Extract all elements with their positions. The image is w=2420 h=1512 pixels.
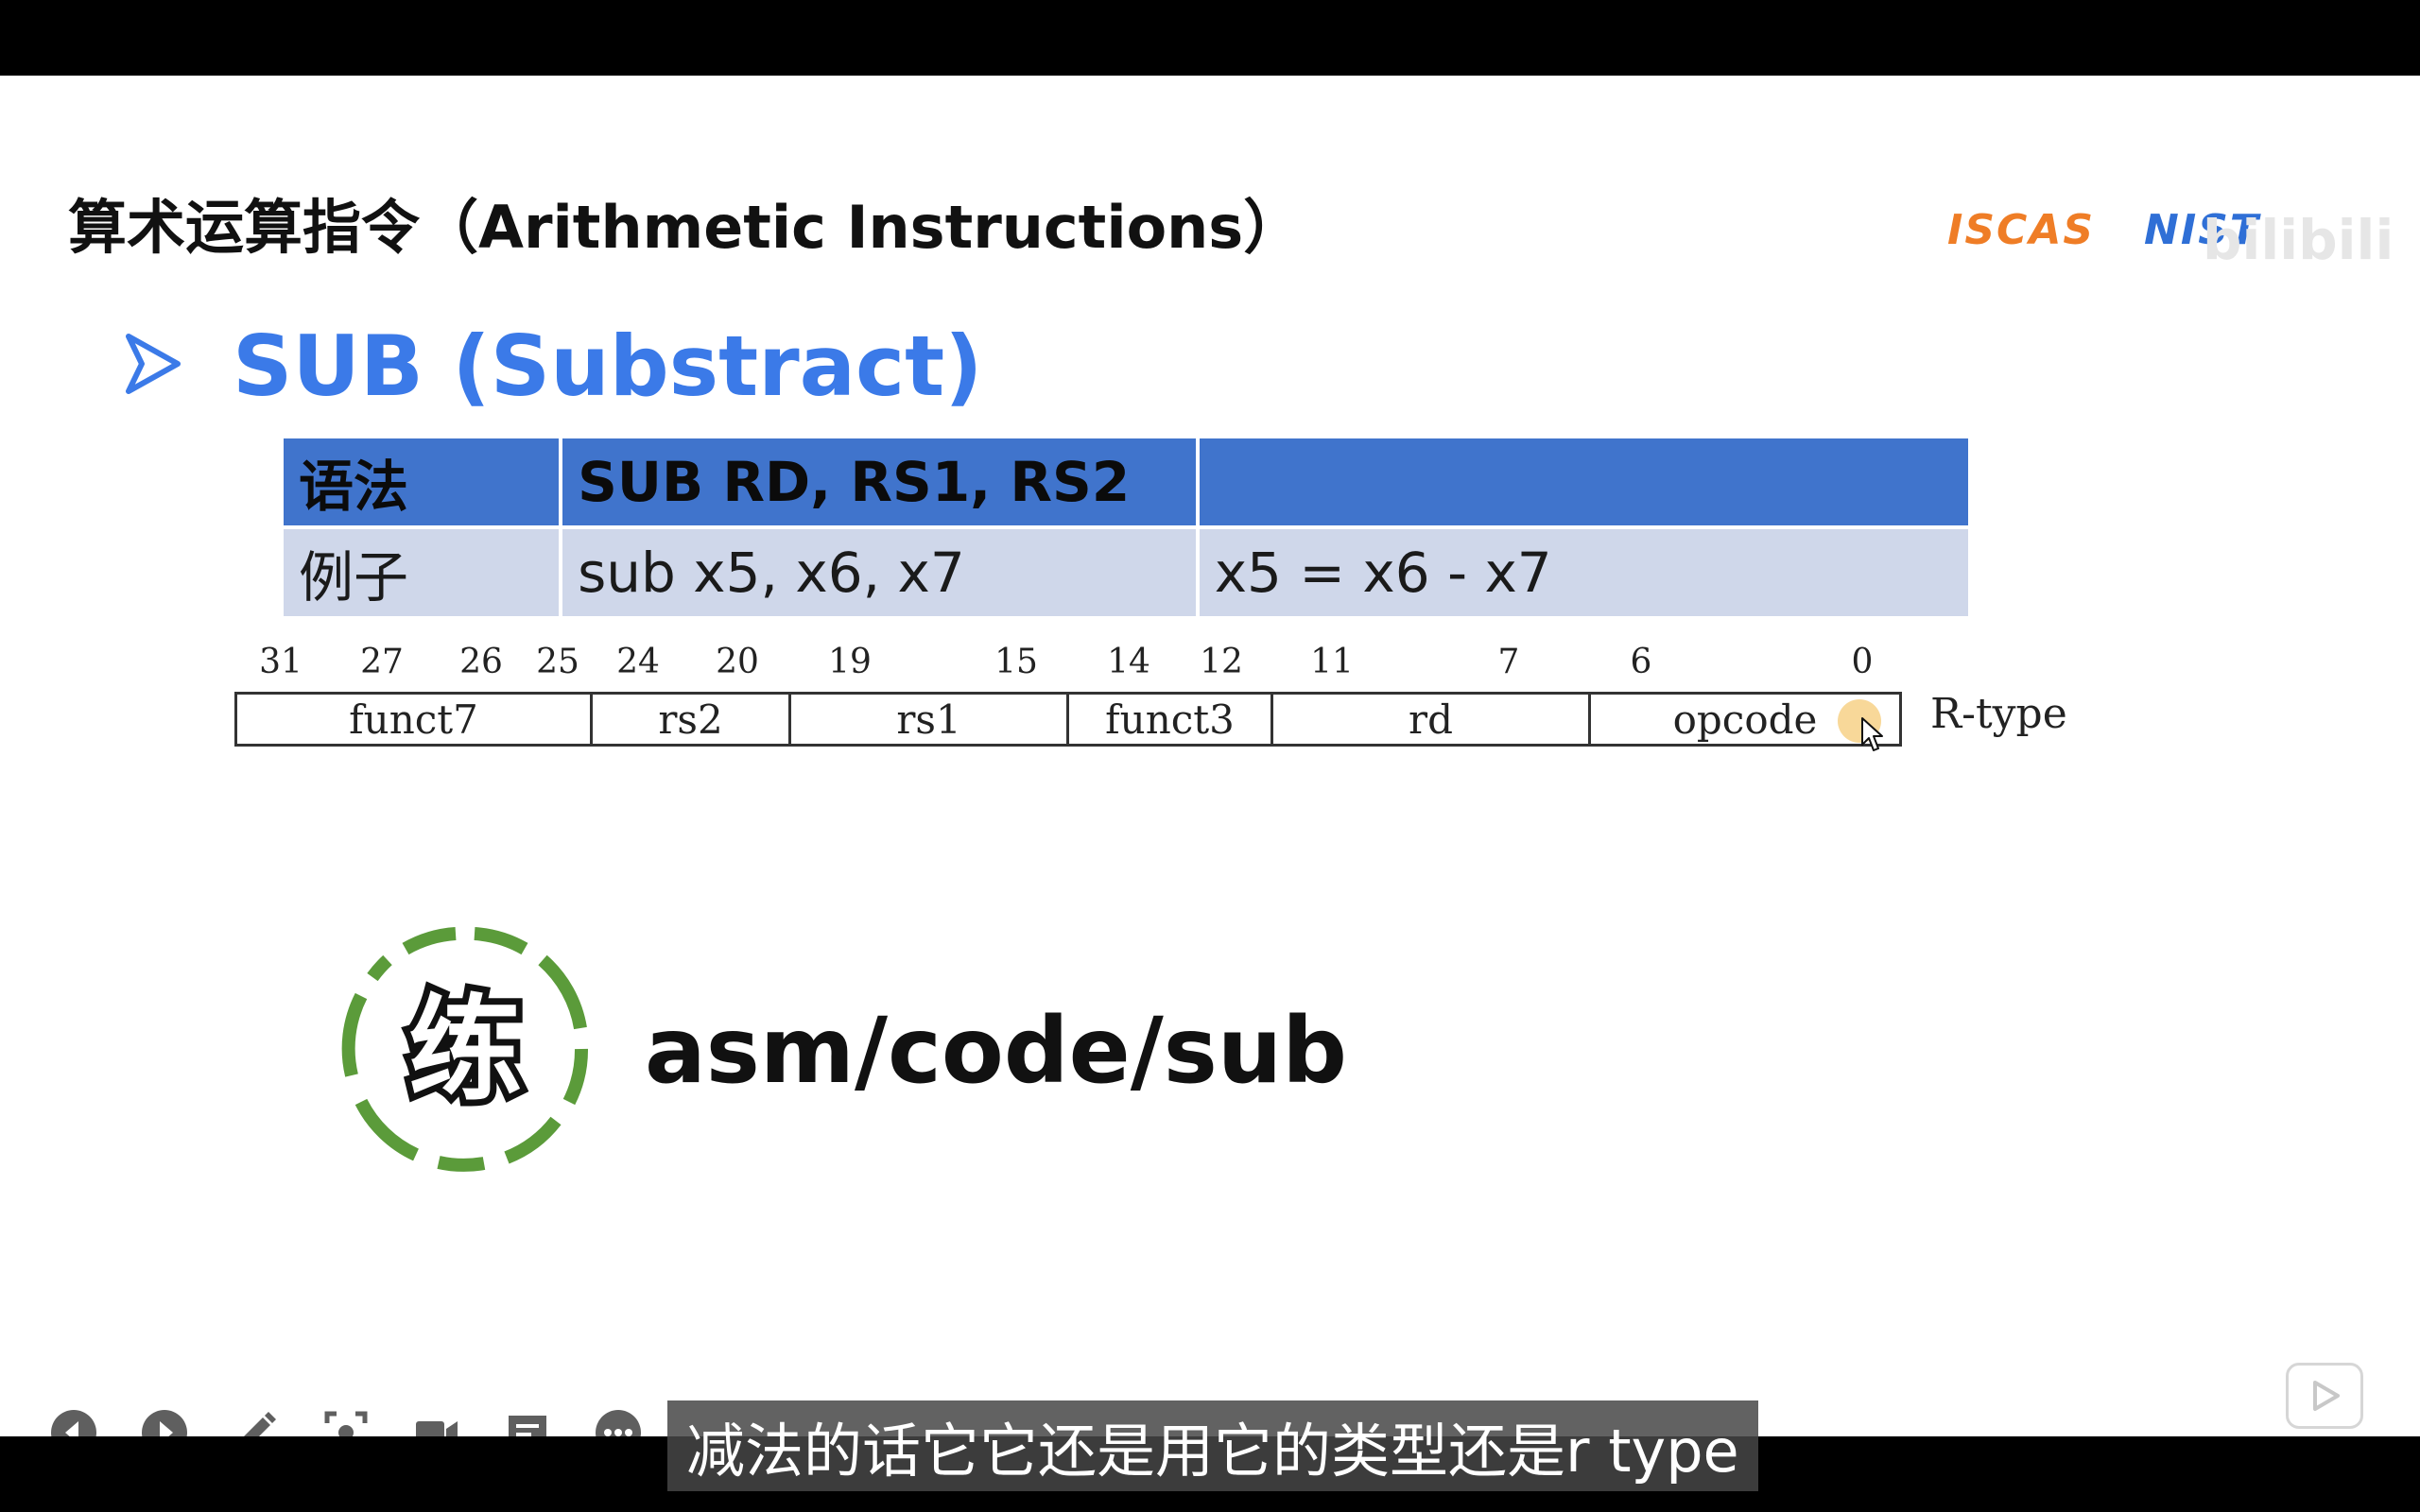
mouse-pointer-icon <box>1861 717 1883 751</box>
bit-number: 0 <box>1851 643 1874 681</box>
syntax-label: 语法 <box>279 435 563 529</box>
more-button[interactable] <box>594 1408 643 1436</box>
instruction-heading: SUB (Substract) <box>233 318 983 415</box>
play-button[interactable] <box>2286 1363 2363 1429</box>
syntax-value: SUB RD, RS1, RS2 <box>559 435 1200 529</box>
bit-number: 19 <box>828 643 872 681</box>
field-rs2: rs2 <box>593 695 791 744</box>
bit-number: 24 <box>616 643 660 681</box>
comment-icon <box>509 1416 546 1436</box>
pen-icon <box>244 1412 276 1436</box>
iscas-logo: ISCAS <box>1947 206 2096 254</box>
camera-button[interactable] <box>412 1408 461 1436</box>
play-icon <box>2313 1381 2340 1411</box>
bit-number: 15 <box>994 643 1038 681</box>
syntax-row: 语法 SUB RD, RS1, RS2 <box>279 435 1973 529</box>
letterbox-top <box>0 0 2420 76</box>
video-player: 算术运算指令（Arithmetic Instructions） ISCAS NI… <box>0 0 2420 1512</box>
next-slide-button[interactable] <box>140 1408 189 1436</box>
example-meaning: x5 = x6 - x7 <box>1195 525 1973 620</box>
screenshot-button[interactable] <box>321 1408 371 1436</box>
slide-toolbar <box>49 1408 643 1436</box>
practice-path: asm/code/sub <box>645 998 1347 1104</box>
field-funct7: funct7 <box>237 695 593 744</box>
bit-number: 12 <box>1200 643 1243 681</box>
example-row: 例子 sub x5, x6, x7 x5 = x6 - x7 <box>279 525 1973 620</box>
rtype-label: R-type <box>1930 690 2067 738</box>
bit-number: 25 <box>536 643 579 681</box>
video-subtitle: 减法的话它它还是用它的类型还是r type <box>667 1400 1758 1491</box>
field-rs1: rs1 <box>791 695 1069 744</box>
prev-icon <box>51 1410 96 1436</box>
field-rd: rd <box>1273 695 1591 744</box>
bilibili-watermark: bilibili <box>2203 208 2394 272</box>
field-funct3: funct3 <box>1069 695 1273 744</box>
slide-title: 算术运算指令（Arithmetic Instructions） <box>68 193 1303 262</box>
bit-number: 20 <box>716 643 759 681</box>
bit-number: 27 <box>360 643 404 681</box>
example-code: sub x5, x6, x7 <box>559 525 1200 620</box>
prev-slide-button[interactable] <box>49 1408 98 1436</box>
camera-icon <box>416 1421 458 1436</box>
syntax-note <box>1195 435 1973 529</box>
slide: 算术运算指令（Arithmetic Instructions） ISCAS NI… <box>0 76 2420 1436</box>
bit-number: 7 <box>1497 643 1520 681</box>
pen-button[interactable] <box>231 1408 280 1436</box>
syntax-table: 语法 SUB RD, RS1, RS2 例子 sub x5, x6, x7 x5… <box>279 435 1973 620</box>
more-icon <box>596 1410 641 1436</box>
bit-number: 6 <box>1630 643 1652 681</box>
example-label: 例子 <box>279 525 563 620</box>
next-icon <box>142 1410 187 1436</box>
practice-badge-char: 练 <box>408 985 522 1116</box>
bit-number: 14 <box>1107 643 1150 681</box>
arrow-bullet-icon <box>126 334 181 394</box>
rtype-format-box: funct7 rs2 rs1 funct3 rd opcode <box>234 692 1902 747</box>
screenshot-icon <box>324 1411 368 1436</box>
bit-number: 11 <box>1310 643 1354 681</box>
practice-badge-icon: 练 <box>341 927 589 1172</box>
bit-number: 26 <box>459 643 503 681</box>
comment-button[interactable] <box>503 1408 552 1436</box>
bit-number: 31 <box>259 643 302 681</box>
